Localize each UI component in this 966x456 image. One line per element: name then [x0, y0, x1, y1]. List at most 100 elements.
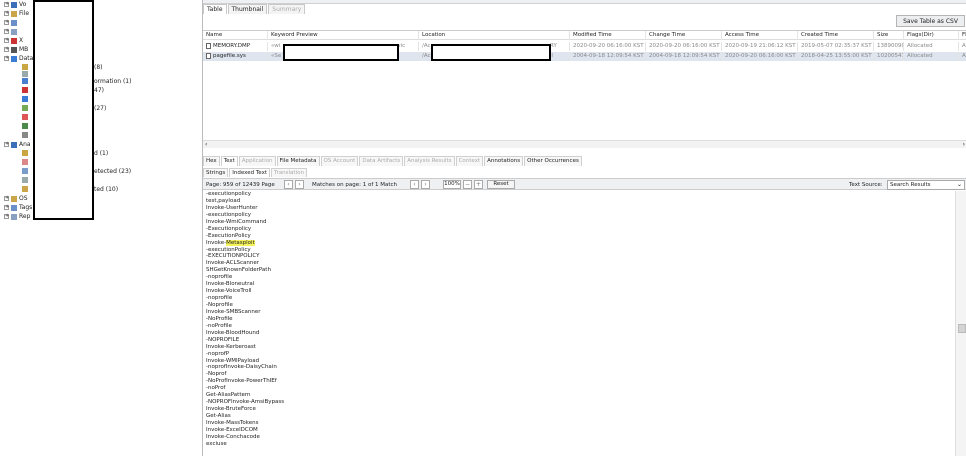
tree-node[interactable]: + [4, 27, 19, 36]
tree-node-label: X [19, 37, 24, 44]
row-location-head: /Ac [422, 43, 431, 49]
column-header-location[interactable]: Location [419, 31, 570, 40]
tab-summary[interactable]: Summary [268, 4, 306, 14]
text-line: Invoke-Metasploit [206, 239, 955, 247]
tab-strings[interactable]: Strings [203, 168, 229, 177]
tree-node-count-label[interactable]: etected (23) [94, 167, 131, 176]
indexed-text-content[interactable]: -executionpolicy test,payload Invoke-UserH… [203, 191, 955, 456]
artifact-icon [22, 96, 28, 102]
tab-hex[interactable]: Hex [203, 156, 220, 166]
text-line: Get-AliasPattern [206, 392, 251, 399]
tree-node[interactable]: + [4, 18, 19, 27]
results-panel: Table Thumbnail Summary Save Table as CS… [202, 0, 966, 456]
expand-toggle-icon[interactable]: + [4, 142, 9, 147]
tree-node[interactable]: + OS [4, 194, 28, 203]
directory-tree-panel: + Vo + File + + + X + MB + Data + Ana + OS + Tags + Rep (8) o… [0, 0, 201, 456]
row-location-head: /Ac [422, 53, 431, 59]
scrollbar-thumb[interactable] [958, 324, 966, 333]
expand-toggle-icon[interactable]: + [4, 20, 9, 25]
results-header-bar [203, 0, 966, 4]
tab-thumbnail[interactable]: Thumbnail [227, 4, 268, 14]
expand-toggle-icon[interactable]: + [4, 11, 9, 16]
column-header-change-time[interactable]: Change Time [646, 31, 722, 40]
tab-table[interactable]: Table [203, 4, 227, 14]
tree-node-count-label[interactable]: ormation (1) [94, 77, 131, 86]
vertical-scrollbar[interactable] [955, 191, 966, 456]
zoom-level[interactable]: 100% [443, 180, 461, 189]
reset-zoom-button[interactable]: Reset [487, 180, 515, 189]
scroll-right-icon[interactable]: › [963, 141, 965, 148]
folder-icon [11, 204, 17, 211]
tree-node[interactable]: + Ana [4, 140, 31, 149]
tree-node[interactable]: + MB [4, 45, 28, 54]
redaction-box [33, 0, 94, 220]
next-page-button[interactable]: › [295, 180, 304, 189]
tree-node[interactable]: + X [4, 36, 23, 45]
expand-toggle-icon[interactable]: + [4, 29, 9, 34]
column-header-created-time[interactable]: Created Time [798, 31, 874, 40]
column-header-keyword-preview[interactable]: Keyword Preview [268, 31, 419, 40]
column-header-size[interactable]: Size [874, 31, 904, 40]
column-header-flags-meta[interactable]: Fl [959, 31, 966, 40]
column-header-flags-dir[interactable]: Flags(Dir) [904, 31, 959, 40]
tree-node[interactable]: + Tags [4, 203, 32, 212]
tab-translation[interactable]: Translation [271, 168, 307, 177]
tree-node[interactable]: + Vo [4, 0, 26, 9]
text-line: exciuse [206, 440, 227, 447]
tree-node-count-label[interactable]: (8) [94, 63, 103, 72]
tab-indexed-text[interactable]: Indexed Text [229, 168, 270, 177]
artifact-icon [22, 123, 28, 129]
tree-node-label: MB [19, 46, 29, 53]
text-line: -NoProfile [206, 315, 233, 322]
tree-node[interactable]: + Rep [4, 212, 30, 221]
text-line: test,payload [206, 197, 241, 204]
horizontal-scrollbar[interactable]: ‹ › [203, 140, 966, 148]
tree-node[interactable]: + File [4, 9, 29, 18]
tree-node-count-label[interactable]: (27) [94, 104, 106, 113]
text-subtabs: Strings Indexed Text Translation [203, 168, 308, 177]
row-modified-time: 2004-09-18 12:09:54 KST [570, 52, 646, 61]
row-created-time: 2018-04-25 13:55:00 KST [798, 52, 874, 61]
tab-file-metadata[interactable]: File Metadata [276, 156, 320, 166]
prev-page-button[interactable]: ‹ [284, 180, 293, 189]
analysis-result-icon [22, 159, 28, 165]
expand-toggle-icon[interactable]: + [4, 205, 9, 210]
tree-node-count-label[interactable]: 47) [94, 86, 104, 95]
zoom-in-icon[interactable]: + [474, 180, 483, 189]
tab-text[interactable]: Text [220, 156, 238, 166]
text-line: -noprofInvoke-DaisyChain [206, 364, 277, 371]
scroll-left-icon[interactable]: ‹ [205, 141, 207, 148]
column-header-name[interactable]: Name [203, 31, 268, 40]
next-match-button[interactable]: › [421, 180, 430, 189]
expand-toggle-icon[interactable]: + [4, 214, 9, 219]
column-header-modified-time[interactable]: Modified Time [570, 31, 646, 40]
text-line: -executionpolicy [206, 191, 251, 197]
table-header-row: Name Keyword Preview Location Modified T… [203, 31, 966, 40]
artifact-icon [22, 132, 28, 138]
expand-toggle-icon[interactable]: + [4, 56, 9, 61]
text-source-select[interactable]: Search Results ⌄ [887, 180, 965, 190]
save-table-csv-button[interactable]: Save Table as CSV [896, 15, 965, 27]
tab-analysis-results[interactable]: Analysis Results [404, 156, 455, 166]
prev-match-button[interactable]: ‹ [410, 180, 419, 189]
text-line: Invoke-Conchacode [206, 433, 260, 440]
zoom-out-icon[interactable]: − [463, 180, 472, 189]
folder-icon [11, 46, 17, 53]
tree-node-count-label[interactable]: ted (10) [94, 185, 118, 194]
folder-icon [11, 19, 17, 26]
tree-node-count-label[interactable]: d (1) [94, 149, 108, 158]
column-header-access-time[interactable]: Access Time [722, 31, 798, 40]
folder-icon [11, 213, 17, 220]
tab-annotations[interactable]: Annotations [484, 156, 524, 166]
tree-node[interactable]: + Data [4, 54, 33, 63]
expand-toggle-icon[interactable]: + [4, 2, 9, 7]
expand-toggle-icon[interactable]: + [4, 196, 9, 201]
row-flags-meta: Al [959, 42, 966, 51]
expand-toggle-icon[interactable]: + [4, 38, 9, 43]
tab-application[interactable]: Application [238, 156, 276, 166]
tab-data-artifacts[interactable]: Data Artifacts [359, 156, 404, 166]
tab-other-occurrences[interactable]: Other Occurrences [524, 156, 582, 166]
expand-toggle-icon[interactable]: + [4, 47, 9, 52]
tab-os-account[interactable]: OS Account [320, 156, 359, 166]
tab-context[interactable]: Context [455, 156, 484, 166]
